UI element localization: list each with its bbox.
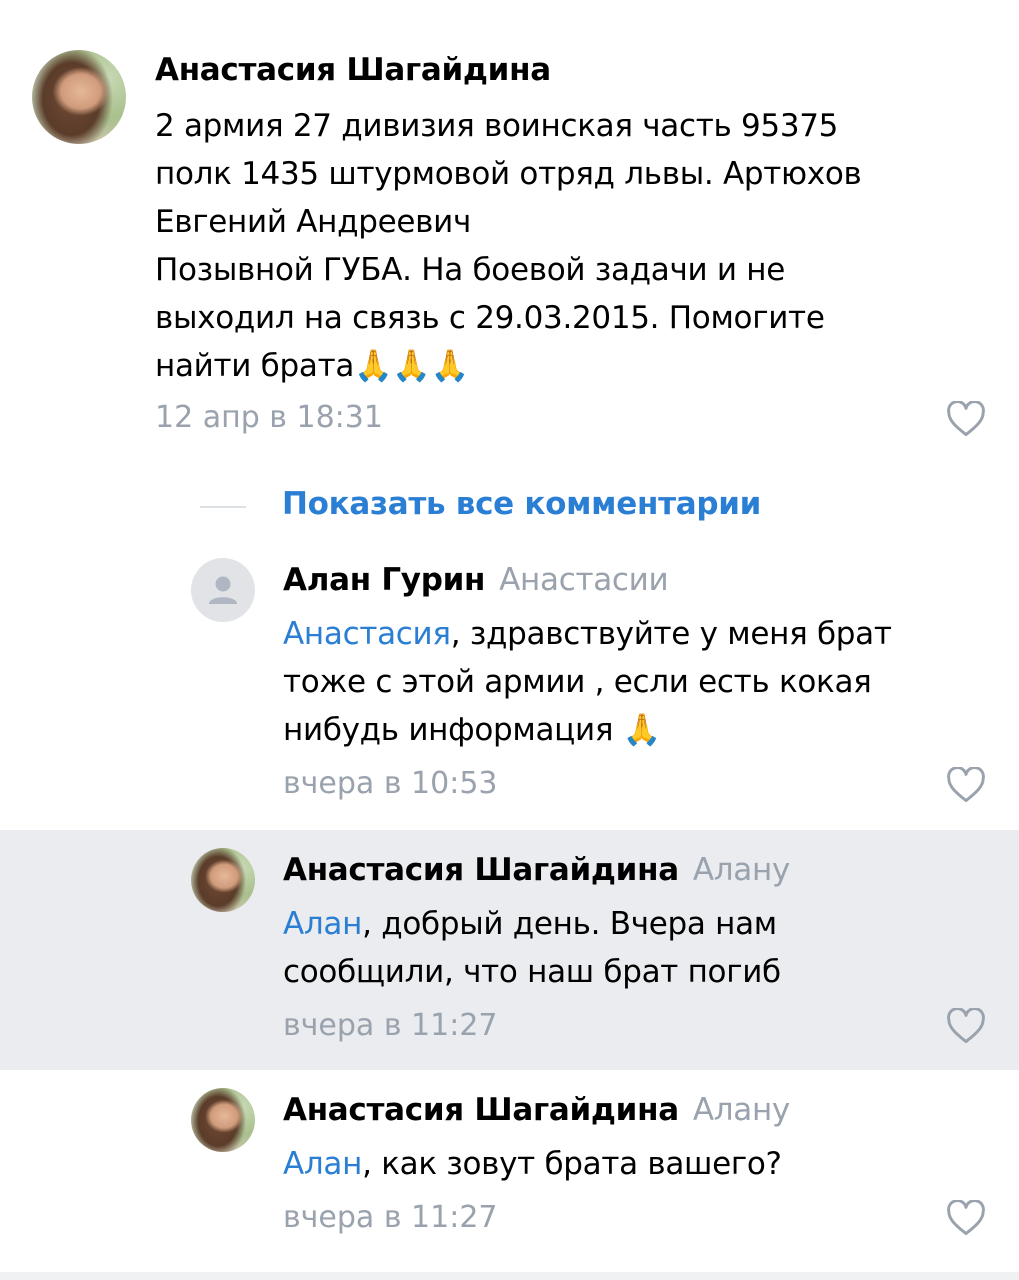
show-all-comments[interactable]: Показать все комментарии [200, 480, 1000, 532]
user-placeholder-icon [209, 576, 237, 604]
comment-author[interactable]: Алан Гурин Анастасии [283, 562, 669, 598]
mention-link[interactable]: Анастасия [283, 616, 451, 652]
comment-author[interactable]: Анастасия Шагайдина [155, 52, 551, 88]
comment-author-name[interactable]: Алан Гурин [283, 562, 485, 598]
reply-to-label[interactable]: Алану [693, 852, 790, 888]
comment-author-name[interactable]: Анастасия Шагайдина [283, 852, 679, 888]
comment-timestamp[interactable]: вчера в 11:27 [283, 1008, 498, 1043]
reply-to-label[interactable]: Анастасии [499, 562, 669, 598]
heart-icon[interactable] [946, 767, 986, 803]
comment-author[interactable]: Анастасия Шагайдина Алану [283, 852, 790, 888]
comment-author-name[interactable]: Анастасия Шагайдина [283, 1092, 679, 1128]
comment-text: 2 армия 27 дивизия воинская часть 95375 … [155, 102, 995, 390]
reply-3: Анастасия Шагайдина Алану Алан, как зовут… [0, 1070, 1019, 1280]
avatar[interactable] [191, 558, 255, 622]
thread-dash [200, 506, 246, 508]
avatar[interactable] [32, 50, 126, 144]
mention-link[interactable]: Алан [283, 1146, 362, 1182]
comment-text: Алан, как зовут брата вашего? [283, 1140, 1003, 1188]
heart-icon[interactable] [946, 1200, 986, 1236]
praying-hands-icon: 🙏🙏🙏 [354, 348, 469, 384]
comment-text-content: 2 армия 27 дивизия воинская часть 95375 … [155, 108, 862, 384]
comment-timestamp[interactable]: вчера в 10:53 [283, 766, 498, 801]
comment-text: Алан, добрый день. Вчера нам сообщили, ч… [283, 900, 1003, 996]
show-all-comments-label[interactable]: Показать все комментарии [282, 486, 761, 522]
comment-text-content: , как зовут брата вашего? [362, 1146, 782, 1182]
heart-icon[interactable] [946, 401, 986, 437]
avatar[interactable] [191, 848, 255, 912]
heart-icon[interactable] [946, 1008, 986, 1044]
reply-to-label[interactable]: Алану [693, 1092, 790, 1128]
comment-timestamp[interactable]: вчера в 11:27 [283, 1200, 498, 1235]
avatar[interactable] [191, 1088, 255, 1152]
comment-timestamp[interactable]: 12 апр в 18:31 [155, 400, 383, 435]
comment-author[interactable]: Анастасия Шагайдина Алану [283, 1092, 790, 1128]
bottom-divider [0, 1272, 1019, 1280]
comment-text: Анастасия, здравствуйте у меня брат тоже… [283, 610, 1003, 754]
praying-hands-icon: 🙏 [622, 712, 662, 748]
reply-1: Алан Гурин Анастасии Анастасия, здравству… [0, 540, 1019, 830]
mention-link[interactable]: Алан [283, 906, 362, 942]
comment-1: Анастасия Шагайдина 2 армия 27 дивизия в… [0, 0, 1019, 470]
reply-2: Анастасия Шагайдина Алану Алан, добрый де… [0, 830, 1019, 1070]
